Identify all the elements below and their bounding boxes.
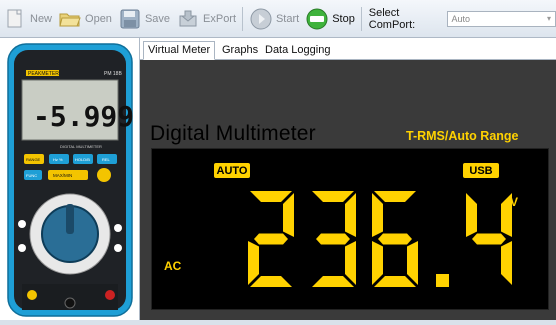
lcd-reading: 2364 <box>248 191 512 287</box>
export-label: ExPort <box>203 12 237 25</box>
save-disk-icon <box>118 7 142 31</box>
multimeter-device-image: PEAKMETER PM 18B -5.999 DIGITAL MULTIMET… <box>7 43 134 317</box>
chevron-down-icon: ▾ <box>547 14 552 23</box>
device-model: PM 18B <box>104 71 122 77</box>
tab-label: Virtual Meter <box>148 44 211 56</box>
toolbar: New Open Save ExPort Start Stop Select C… <box>0 0 556 38</box>
start-button[interactable]: Start <box>246 4 302 34</box>
play-icon <box>249 7 273 31</box>
comport-label: Select ComPort: <box>368 6 416 31</box>
open-label: Open <box>85 12 112 25</box>
save-button[interactable]: Save <box>115 4 173 34</box>
lcd-digit: 2 <box>248 191 294 287</box>
device-button-rel: REL <box>102 157 111 162</box>
tab-virtual-meter[interactable]: Virtual Meter <box>143 41 216 60</box>
stop-button[interactable]: Stop <box>302 4 358 34</box>
save-label: Save <box>144 12 171 25</box>
tab-bar: Virtual Meter Graphs Data Logging <box>140 38 556 60</box>
new-label: New <box>30 12 53 25</box>
lcd-digit: 4 <box>466 193 512 285</box>
device-button-func: FUNC <box>26 173 37 178</box>
virtual-meter-panel: Digital Multimeter T-RMS/Auto Range AUTO… <box>140 60 556 320</box>
lcd-display: AUTO USB V AC 2364 <box>151 148 549 310</box>
stop-label: Stop <box>332 12 355 25</box>
device-button-hz: Hz % <box>53 157 63 162</box>
meter-title: Digital Multimeter <box>150 122 316 145</box>
new-file-icon <box>3 7 27 31</box>
open-folder-icon <box>58 7 82 31</box>
export-icon <box>176 7 200 31</box>
lcd-digit: 6 <box>372 191 418 287</box>
device-brand: PEAKMETER <box>28 71 59 77</box>
meter-subtitle: T-RMS/Auto Range <box>406 129 519 143</box>
device-button-maxmin: MAX/MIN <box>53 173 72 178</box>
decimal-point <box>436 274 449 287</box>
device-caption: DIGITAL MULTIMETER <box>60 144 102 149</box>
tab-graphs[interactable]: Graphs <box>217 41 263 60</box>
tab-label: Graphs <box>222 44 259 56</box>
stop-icon <box>305 7 329 31</box>
new-button[interactable]: New <box>0 4 55 34</box>
device-button-range: RANGE <box>26 157 41 162</box>
start-label: Start <box>275 12 300 25</box>
device-lcd-reading: -5.999 <box>33 100 134 133</box>
lcd-digit: 3 <box>312 191 356 287</box>
comport-value: Auto <box>451 13 471 24</box>
toolbar-divider <box>242 6 243 31</box>
tab-label: Data Logging <box>265 44 331 56</box>
tab-data-logging[interactable]: Data Logging <box>260 41 335 60</box>
device-image-panel: PEAKMETER PM 18B -5.999 DIGITAL MULTIMET… <box>0 38 140 320</box>
toolbar-divider <box>360 6 362 31</box>
export-button[interactable]: ExPort <box>173 4 239 34</box>
comport-select[interactable]: Auto ▾ <box>446 10 556 27</box>
device-button-hold: HOLD/B <box>75 157 90 162</box>
open-button[interactable]: Open <box>55 4 115 34</box>
